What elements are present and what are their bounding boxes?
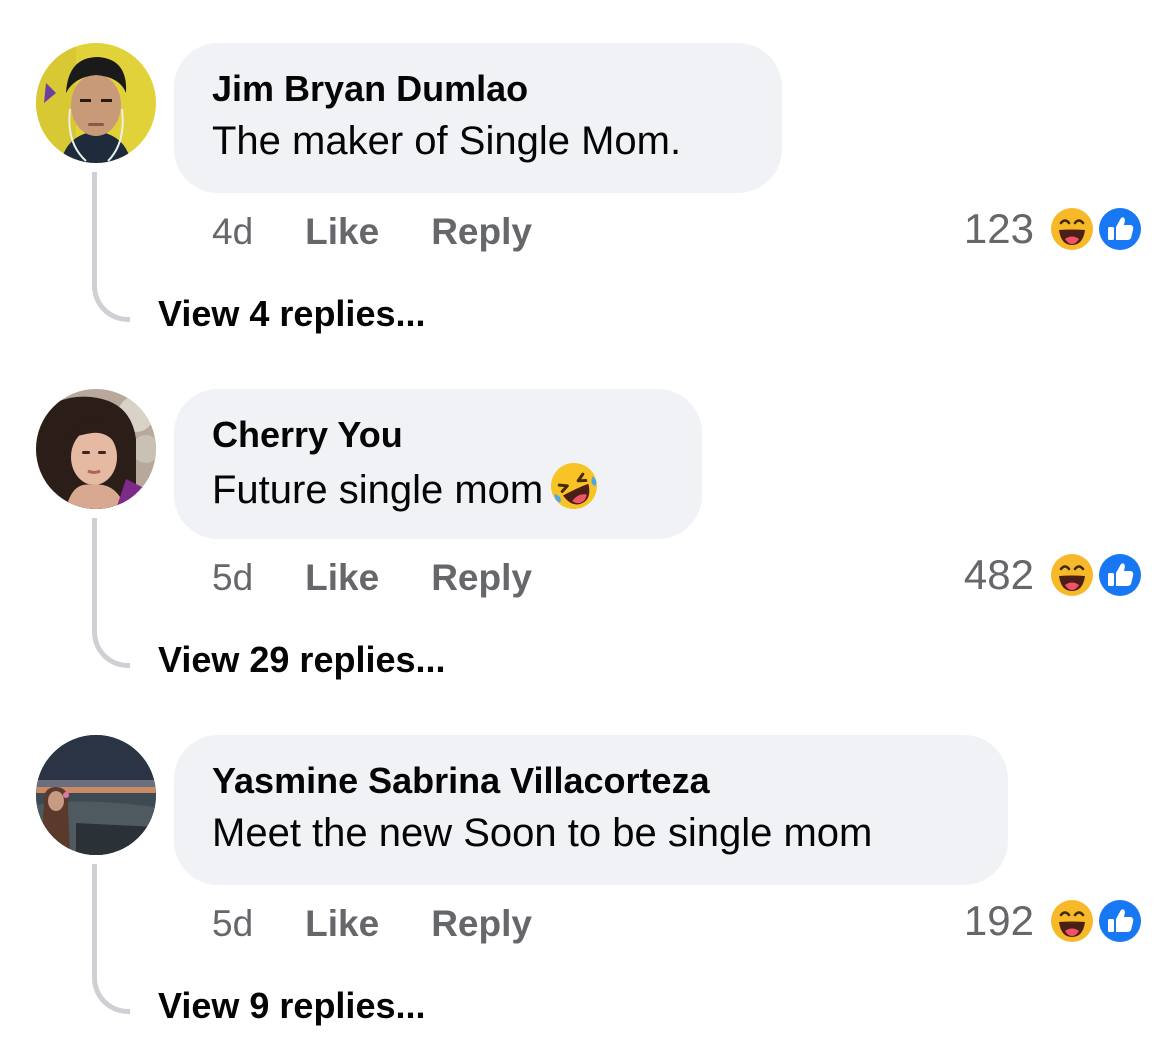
rolling-on-floor-laughing-icon	[547, 459, 601, 528]
comment-age[interactable]: 5d	[212, 900, 253, 948]
avatar-photo	[36, 43, 156, 163]
reply-button[interactable]: Reply	[431, 900, 532, 948]
reaction-icons	[1046, 895, 1146, 947]
comment: Jim Bryan Dumlao The maker of Single Mom…	[0, 0, 1170, 346]
reply-thread-connector	[92, 172, 130, 322]
comment: Yasmine Sabrina Villacorteza Meet the ne…	[0, 692, 1170, 1038]
like-button[interactable]: Like	[305, 900, 379, 948]
like-button[interactable]: Like	[305, 208, 379, 256]
comment-author[interactable]: Yasmine Sabrina Villacorteza	[212, 759, 970, 803]
comment-bubble[interactable]: Jim Bryan Dumlao The maker of Single Mom…	[174, 43, 782, 193]
view-replies-link[interactable]: View 9 replies...	[158, 982, 426, 1030]
view-replies-link[interactable]: View 4 replies...	[158, 290, 426, 338]
comment-age[interactable]: 5d	[212, 554, 253, 602]
avatar-photo	[36, 389, 156, 509]
comment-actions: 4d Like Reply	[212, 208, 532, 256]
view-replies-link[interactable]: View 29 replies...	[158, 636, 446, 684]
comment-author[interactable]: Jim Bryan Dumlao	[212, 67, 744, 111]
haha-icon	[1048, 205, 1096, 253]
like-icon	[1096, 897, 1144, 945]
comment-text-line: Future single mom	[212, 459, 664, 528]
avatar[interactable]	[36, 389, 156, 509]
reaction-count: 192	[963, 897, 1034, 944]
comment-text: Meet the new Soon to be single mom	[212, 811, 873, 855]
haha-icon	[1048, 897, 1096, 945]
reaction-count: 482	[963, 551, 1034, 598]
reaction-summary[interactable]: 482	[964, 549, 1146, 601]
reaction-summary[interactable]: 192	[964, 895, 1146, 947]
reaction-count: 123	[963, 205, 1034, 252]
reaction-icons	[1046, 203, 1146, 255]
avatar[interactable]	[36, 735, 156, 855]
comment-actions: 5d Like Reply	[212, 900, 532, 948]
comment-age[interactable]: 4d	[212, 208, 253, 256]
haha-icon	[1048, 551, 1096, 599]
comment-author[interactable]: Cherry You	[212, 413, 664, 457]
reaction-icons	[1046, 549, 1146, 601]
comment-bubble[interactable]: Yasmine Sabrina Villacorteza Meet the ne…	[174, 735, 1008, 885]
reply-button[interactable]: Reply	[431, 208, 532, 256]
reply-thread-connector	[92, 864, 130, 1014]
comment-actions: 5d Like Reply	[212, 554, 532, 602]
like-icon	[1096, 551, 1144, 599]
avatar[interactable]	[36, 43, 156, 163]
comment-bubble[interactable]: Cherry You Future single mom	[174, 389, 702, 539]
reaction-summary[interactable]: 123	[964, 203, 1146, 255]
comment-text: The maker of Single Mom.	[212, 119, 682, 163]
comment-text: Future single mom	[212, 468, 544, 512]
reply-thread-connector	[92, 518, 130, 668]
avatar-photo	[36, 735, 156, 855]
reply-button[interactable]: Reply	[431, 554, 532, 602]
like-button[interactable]: Like	[305, 554, 379, 602]
like-icon	[1096, 205, 1144, 253]
comment: Cherry You Future single mom 5d Like Rep…	[0, 346, 1170, 692]
